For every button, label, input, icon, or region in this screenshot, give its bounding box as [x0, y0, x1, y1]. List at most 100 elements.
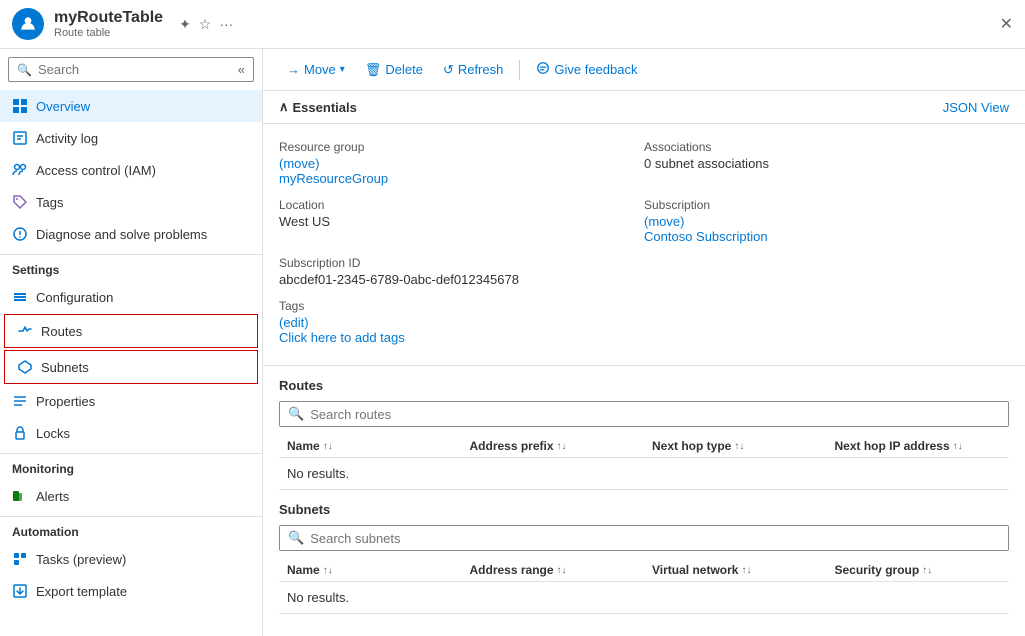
routes-col-next-hop-ip-sort-icon[interactable]: ↑↓: [953, 441, 963, 452]
feedback-button[interactable]: Give feedback: [528, 57, 645, 82]
essentials-collapse-icon[interactable]: ∧: [279, 99, 289, 115]
sidebar-item-activity-log[interactable]: Activity log: [0, 122, 262, 154]
routes-col-name: Name ↑↓: [279, 439, 462, 453]
subscription-value: (move) Contoso Subscription: [644, 214, 1009, 244]
subscription-item: Subscription (move) Contoso Subscription: [644, 194, 1009, 252]
subnets-col-name-label: Name: [287, 563, 320, 577]
delete-button[interactable]: 🗑 Delete: [357, 58, 431, 82]
search-box[interactable]: 🔍 «: [8, 57, 254, 82]
tags-icon: [12, 194, 28, 210]
routes-col-name-sort-icon[interactable]: ↑↓: [323, 441, 333, 452]
sidebar-label-tags: Tags: [36, 195, 63, 210]
subnets-col-address-range-label: Address range: [470, 563, 554, 577]
header-icons-group: ✦ ☆ ···: [179, 16, 233, 33]
avatar: [12, 8, 44, 40]
sidebar-item-alerts[interactable]: Alerts: [0, 480, 262, 512]
associations-value: 0 subnet associations: [644, 156, 1009, 171]
overview-icon: [12, 98, 28, 114]
app-header: myRouteTable Route table ✦ ☆ ··· ✕: [0, 0, 1025, 49]
routes-search-field[interactable]: 🔍: [279, 401, 1009, 427]
alerts-icon: [12, 488, 28, 504]
feedback-icon: [536, 61, 550, 78]
move-label: Move: [304, 62, 336, 77]
associations-item: Associations 0 subnet associations: [644, 136, 1009, 194]
refresh-button[interactable]: ↺ Refresh: [435, 58, 511, 82]
location-label: Location: [279, 198, 644, 212]
sidebar: 🔍 « Overview Activity log Access control…: [0, 49, 263, 636]
automation-section-header: Automation: [0, 516, 262, 543]
feedback-label: Give feedback: [554, 62, 637, 77]
routes-col-address-prefix-label: Address prefix: [470, 439, 554, 453]
toolbar-divider: [519, 60, 520, 80]
bookmark-icon[interactable]: ☆: [199, 16, 212, 33]
subnets-table-header: Name ↑↓ Address range ↑↓ Virtual network…: [279, 559, 1009, 582]
sidebar-item-tasks[interactable]: Tasks (preview): [0, 543, 262, 575]
subnets-search-input[interactable]: [310, 531, 1000, 546]
sidebar-item-properties[interactable]: Properties: [0, 385, 262, 417]
resource-group-label: Resource group: [279, 140, 644, 154]
subnets-search-field[interactable]: 🔍: [279, 525, 1009, 551]
resource-name: myRouteTable: [54, 9, 163, 27]
access-control-icon: [12, 162, 28, 178]
tags-edit-link[interactable]: (edit): [279, 315, 309, 330]
collapse-icon[interactable]: «: [238, 62, 245, 77]
sidebar-item-routes[interactable]: Routes: [4, 314, 258, 348]
resource-group-item: Resource group (move) myResourceGroup: [279, 136, 644, 194]
favorite-star-icon[interactable]: ✦: [179, 16, 191, 33]
routes-icon: [17, 323, 33, 339]
associations-label: Associations: [644, 140, 1009, 154]
subnets-col-virtual-network-label: Virtual network: [652, 563, 738, 577]
essentials-label: Essentials: [293, 100, 357, 115]
toolbar: → Move ▾ 🗑 Delete ↺ Refresh Give feedbac…: [263, 49, 1025, 91]
delete-label: Delete: [385, 62, 423, 77]
json-view-link[interactable]: JSON View: [943, 100, 1009, 115]
sidebar-item-configuration[interactable]: Configuration: [0, 281, 262, 313]
routes-section-title: Routes: [279, 378, 1009, 393]
sidebar-item-overview[interactable]: Overview: [0, 90, 262, 122]
sidebar-item-locks[interactable]: Locks: [0, 417, 262, 449]
sidebar-label-diagnose: Diagnose and solve problems: [36, 227, 207, 242]
routes-col-next-hop-type-sort-icon[interactable]: ↑↓: [734, 441, 744, 452]
routes-col-next-hop-type-label: Next hop type: [652, 439, 731, 453]
sidebar-item-diagnose[interactable]: Diagnose and solve problems: [0, 218, 262, 250]
search-icon: 🔍: [17, 63, 32, 77]
routes-table-header: Name ↑↓ Address prefix ↑↓ Next hop type …: [279, 435, 1009, 458]
search-input[interactable]: [38, 62, 232, 77]
resource-group-name-link[interactable]: myResourceGroup: [279, 171, 388, 186]
subnets-col-virtual-network-sort-icon[interactable]: ↑↓: [741, 565, 751, 576]
routes-section: Routes 🔍 Name ↑↓ Address prefix ↑↓ Next …: [263, 366, 1025, 490]
move-chevron-icon: ▾: [340, 64, 345, 75]
sidebar-item-tags[interactable]: Tags: [0, 186, 262, 218]
tags-item: Tags (edit) Click here to add tags: [279, 295, 644, 353]
tags-add-link[interactable]: Click here to add tags: [279, 330, 405, 345]
sidebar-item-access-control[interactable]: Access control (IAM): [0, 154, 262, 186]
sidebar-label-properties: Properties: [36, 394, 95, 409]
settings-section-header: Settings: [0, 254, 262, 281]
routes-col-address-sort-icon[interactable]: ↑↓: [557, 441, 567, 452]
subscription-move-link[interactable]: (move): [644, 214, 684, 229]
routes-search-icon: 🔍: [288, 406, 304, 422]
resource-group-move-link[interactable]: (move): [279, 156, 319, 171]
more-options-icon[interactable]: ···: [219, 16, 233, 32]
tasks-icon: [12, 551, 28, 567]
subscription-id-label: Subscription ID: [279, 256, 644, 270]
locks-icon: [12, 425, 28, 441]
monitoring-section-header: Monitoring: [0, 453, 262, 480]
sidebar-label-configuration: Configuration: [36, 290, 113, 305]
sidebar-item-export-template[interactable]: Export template: [0, 575, 262, 607]
sidebar-label-activity-log: Activity log: [36, 131, 98, 146]
subnets-col-address-range-sort-icon[interactable]: ↑↓: [557, 565, 567, 576]
sidebar-label-export-template: Export template: [36, 584, 127, 599]
subnets-section-title: Subnets: [279, 502, 1009, 517]
close-button[interactable]: ✕: [1000, 14, 1013, 34]
properties-icon: [12, 393, 28, 409]
sidebar-item-subnets[interactable]: Subnets: [4, 350, 258, 384]
subnets-col-security-group-sort-icon[interactable]: ↑↓: [922, 565, 932, 576]
routes-search-input[interactable]: [310, 407, 1000, 422]
subscription-name-link[interactable]: Contoso Subscription: [644, 229, 768, 244]
move-button[interactable]: → Move ▾: [279, 58, 353, 81]
subnets-col-name-sort-icon[interactable]: ↑↓: [323, 565, 333, 576]
refresh-label: Refresh: [458, 62, 504, 77]
resource-group-value: (move) myResourceGroup: [279, 156, 644, 186]
tags-value: (edit) Click here to add tags: [279, 315, 644, 345]
